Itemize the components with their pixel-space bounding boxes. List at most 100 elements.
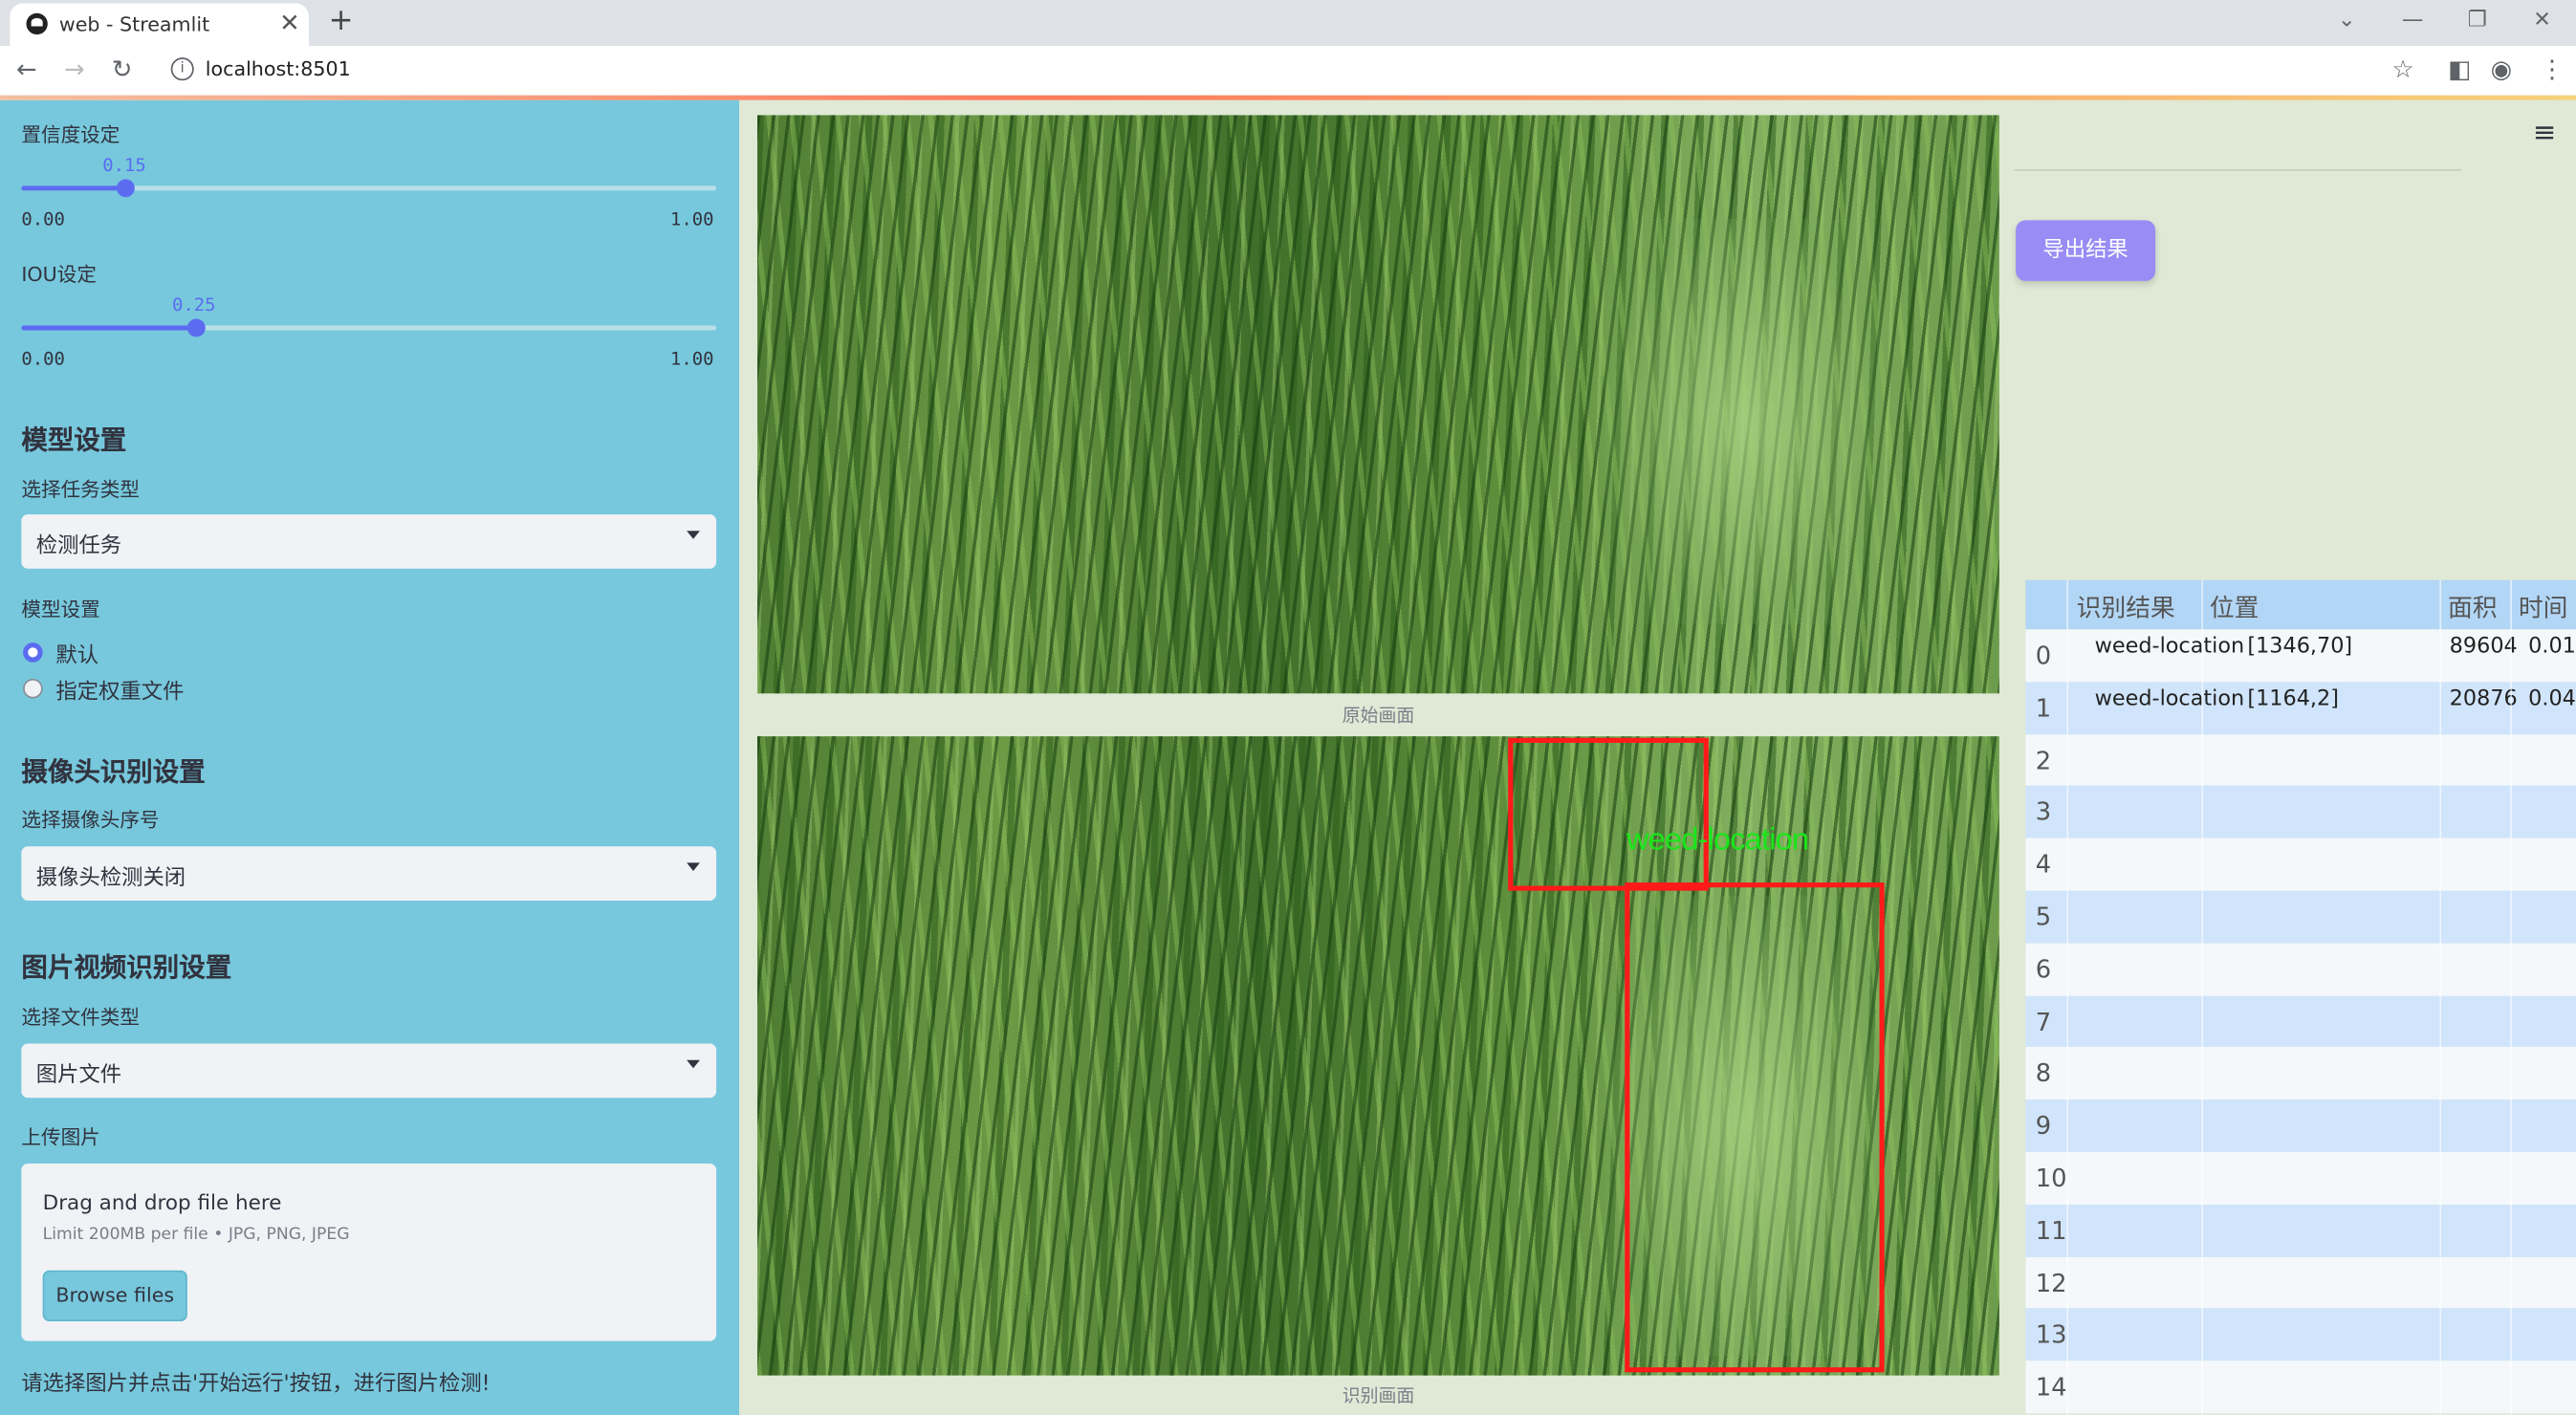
row-index: 12 xyxy=(2035,1268,2067,1298)
browser-menu-icon[interactable]: ⋮ xyxy=(2540,54,2565,84)
cell-position: [1164,2] xyxy=(2247,686,2339,711)
header-position[interactable]: 位置 xyxy=(2210,590,2259,624)
chevron-down-icon xyxy=(687,862,700,872)
cell-position: [1346,70] xyxy=(2247,634,2353,660)
cell-time: 0.01 xyxy=(2528,634,2576,660)
table-row[interactable]: 10 xyxy=(2025,1151,2576,1205)
confidence-value: 0.15 xyxy=(102,154,146,176)
sidebar: 置信度设定 0.15 0.00 1.00 IOU设定 0.25 0.00 1.0… xyxy=(0,99,740,1415)
iou-label: IOU设定 xyxy=(21,263,97,287)
file-type-select[interactable]: 图片文件 xyxy=(21,1043,717,1099)
row-index: 1 xyxy=(2035,693,2052,723)
row-index: 5 xyxy=(2035,902,2052,932)
column-divider xyxy=(2201,579,2203,1415)
browser-toolbar: ← → ↻ i localhost:8501 ☆ ◧ ◉ ⋮ xyxy=(0,46,2576,98)
task-type-select[interactable]: 检测任务 xyxy=(21,514,717,569)
table-row[interactable]: 0 weed-location [1346,70] 89604 0.01 xyxy=(2025,629,2576,682)
detection-box xyxy=(1625,882,1885,1373)
model-settings-header: 模型设置 xyxy=(21,424,127,456)
task-type-label: 选择任务类型 xyxy=(21,478,141,502)
table-row[interactable]: 13 xyxy=(2025,1308,2576,1361)
iou-value: 0.25 xyxy=(171,294,216,316)
row-index: 4 xyxy=(2035,849,2052,880)
site-info-icon[interactable]: i xyxy=(170,57,194,81)
row-index: 0 xyxy=(2035,641,2052,671)
close-tab-icon[interactable]: ✕ xyxy=(279,9,300,38)
bookmark-star-icon[interactable]: ☆ xyxy=(2392,54,2414,84)
reload-icon[interactable]: ↻ xyxy=(112,54,133,84)
table-row[interactable]: 8 xyxy=(2025,1047,2576,1100)
file-uploader-dropzone[interactable]: Drag and drop file here Limit 200MB per … xyxy=(21,1163,717,1341)
browser-tab[interactable]: web - Streamlit ✕ xyxy=(10,3,310,47)
radio-default-label: 默认 xyxy=(55,643,99,669)
iou-slider-thumb[interactable] xyxy=(186,318,206,337)
iou-slider[interactable] xyxy=(21,318,717,337)
radio-custom-weights-label: 指定权重文件 xyxy=(55,680,185,706)
table-row[interactable]: 7 xyxy=(2025,994,2576,1048)
browse-files-button[interactable]: Browse files xyxy=(42,1270,187,1321)
chevron-down-icon xyxy=(687,1059,700,1069)
table-row[interactable]: 3 xyxy=(2025,786,2576,838)
row-index: 9 xyxy=(2035,1111,2052,1142)
back-icon[interactable]: ← xyxy=(16,54,37,84)
side-panel-icon[interactable]: ◧ xyxy=(2448,54,2471,84)
camera-index-label: 选择摄像头序号 xyxy=(21,808,160,832)
detection-label: weed-location xyxy=(1626,823,1809,859)
confidence-slider-thumb[interactable] xyxy=(117,179,136,198)
row-index: 11 xyxy=(2035,1215,2067,1246)
file-type-value: 图片文件 xyxy=(35,1063,122,1088)
table-row[interactable]: 4 xyxy=(2025,838,2576,891)
cell-area: 20876 xyxy=(2449,686,2518,711)
table-row[interactable]: 6 xyxy=(2025,943,2576,995)
result-image: weed-location xyxy=(757,736,1999,1376)
new-tab-button[interactable]: + xyxy=(329,3,354,37)
table-row[interactable]: 11 xyxy=(2025,1204,2576,1257)
header-time[interactable]: 时间 xyxy=(2519,590,2568,624)
result-caption: 识别画面 xyxy=(1342,1385,1415,1407)
row-index: 7 xyxy=(2035,1006,2052,1036)
minimize-icon[interactable]: — xyxy=(2402,9,2423,33)
cell-area: 89604 xyxy=(2449,634,2518,660)
table-row[interactable]: 1 weed-location [1164,2] 20876 0.04 xyxy=(2025,681,2576,734)
export-results-button[interactable]: 导出结果 xyxy=(2016,220,2156,281)
row-index: 3 xyxy=(2035,797,2052,828)
camera-index-value: 摄像头检测关闭 xyxy=(35,865,186,891)
radio-custom-weights[interactable] xyxy=(23,678,43,699)
tab-search-icon[interactable]: ⌄ xyxy=(2338,9,2356,33)
radio-default[interactable] xyxy=(23,642,43,663)
detection-box xyxy=(1508,737,1709,891)
model-label: 模型设置 xyxy=(21,598,100,621)
hamburger-menu-icon[interactable]: ≡ xyxy=(2533,117,2556,149)
row-index: 8 xyxy=(2035,1058,2052,1089)
table-row[interactable]: 9 xyxy=(2025,1099,2576,1152)
file-type-label: 选择文件类型 xyxy=(21,1005,141,1030)
media-settings-header: 图片视频识别设置 xyxy=(21,951,232,983)
confidence-label: 置信度设定 xyxy=(21,122,120,146)
close-window-icon[interactable]: ✕ xyxy=(2533,9,2551,33)
divider xyxy=(2014,169,2461,171)
row-index: 10 xyxy=(2035,1163,2067,1193)
table-row[interactable]: 14 xyxy=(2025,1361,2576,1414)
original-image xyxy=(757,115,1999,694)
restore-icon[interactable]: ❐ xyxy=(2468,9,2487,33)
header-area[interactable]: 面积 xyxy=(2448,590,2498,624)
column-divider xyxy=(2439,579,2442,1415)
row-index: 14 xyxy=(2035,1372,2067,1403)
camera-index-select[interactable]: 摄像头检测关闭 xyxy=(21,846,717,901)
camera-settings-header: 摄像头识别设置 xyxy=(21,755,206,788)
table-row[interactable]: 2 xyxy=(2025,733,2576,787)
profile-icon[interactable]: ◉ xyxy=(2491,54,2512,84)
instruction-note: 请选择图片并点击'开始运行'按钮，进行图片检测! xyxy=(21,1372,491,1398)
table-header: 识别结果 位置 面积 时间 xyxy=(2025,579,2576,630)
forward-icon[interactable]: → xyxy=(64,54,85,84)
address-bar[interactable]: localhost:8501 xyxy=(206,57,351,80)
table-row[interactable]: 5 xyxy=(2025,890,2576,944)
table-row[interactable]: 12 xyxy=(2025,1256,2576,1309)
iou-max: 1.00 xyxy=(669,348,714,370)
streamlit-favicon-icon xyxy=(26,12,48,35)
confidence-slider[interactable] xyxy=(21,179,717,198)
cell-result: weed-location xyxy=(2094,634,2245,660)
confidence-max: 1.00 xyxy=(669,208,714,230)
confidence-min: 0.00 xyxy=(21,208,65,230)
header-result[interactable]: 识别结果 xyxy=(2077,590,2175,624)
